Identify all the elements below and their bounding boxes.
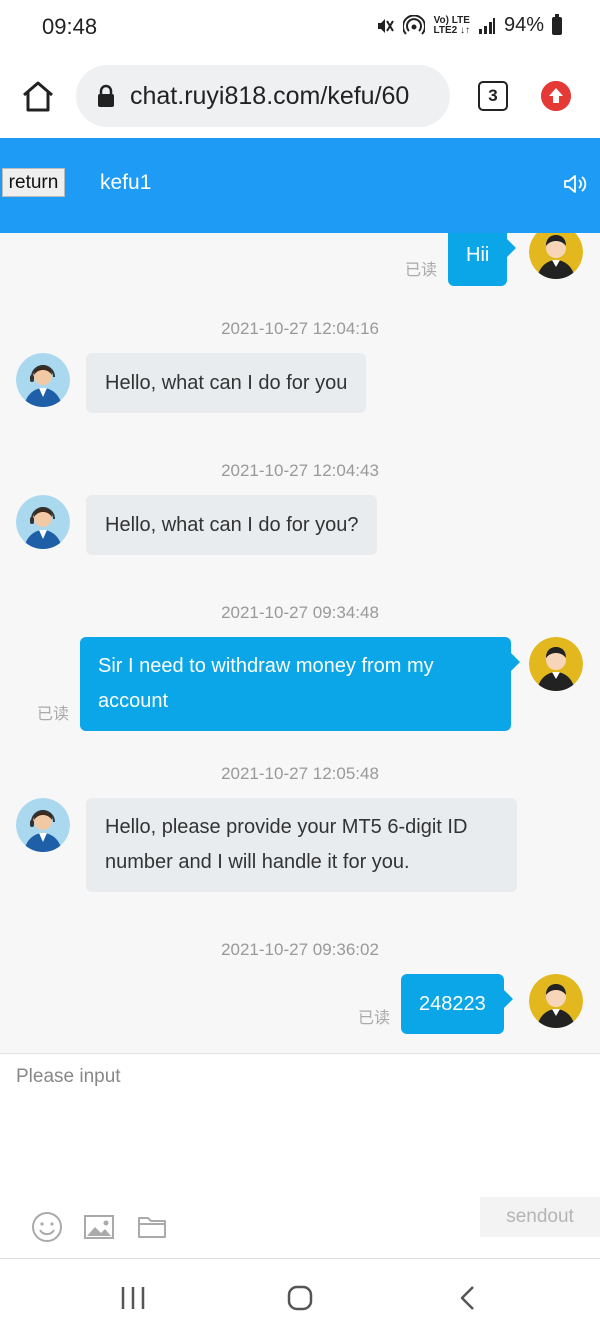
agent-avatar — [16, 798, 70, 852]
read-receipt: 已读 — [37, 706, 70, 723]
status-icons: Vo) LTE LTE2 ↓↑ 94% — [375, 13, 562, 37]
folder-icon[interactable] — [136, 1211, 168, 1243]
message-list[interactable]: 已读 Hii 2021-10-27 12:04:16 Hello, what c… — [0, 233, 600, 1053]
back-icon[interactable] — [454, 1283, 484, 1313]
send-button[interactable]: sendout — [480, 1197, 600, 1237]
home-icon[interactable] — [20, 78, 56, 114]
tab-count-button[interactable]: 3 — [478, 81, 508, 111]
address-bar[interactable]: chat.ruyi818.com/kefu/60 — [76, 65, 450, 127]
speaker-icon[interactable] — [563, 173, 587, 195]
status-bar: 09:48 Vo) LTE LTE2 ↓↑ 94% — [0, 0, 600, 52]
smiley-icon[interactable] — [31, 1211, 63, 1243]
system-nav-bar — [0, 1258, 600, 1333]
hotspot-icon — [403, 14, 426, 35]
battery-icon — [552, 13, 562, 35]
message-bubble-outgoing: 248223 — [401, 974, 513, 1034]
chat-header: return kefu1 — [0, 138, 600, 233]
recent-apps-icon[interactable] — [118, 1283, 148, 1313]
volte-label: Vo) LTE LTE2 ↓↑ — [433, 14, 470, 36]
message-timestamp: 2021-10-27 12:04:16 — [221, 319, 379, 338]
status-time: 09:48 — [42, 14, 98, 39]
read-receipt: 已读 — [358, 1010, 391, 1027]
agent-avatar — [16, 353, 70, 407]
message-bubble-incoming: Hello, what can I do for you? — [86, 495, 378, 555]
message-timestamp: 2021-10-27 09:36:02 — [221, 940, 379, 959]
message-bubble-outgoing: Sir I need to withdraw money from my acc… — [80, 637, 520, 731]
message-timestamp: 2021-10-27 09:34:48 — [221, 603, 379, 622]
return-button[interactable]: return — [2, 168, 65, 197]
mute-icon — [378, 18, 395, 33]
message-timestamp: 2021-10-27 12:05:48 — [221, 764, 379, 783]
lock-icon — [98, 84, 114, 107]
message-timestamp: 2021-10-27 12:04:43 — [221, 461, 379, 480]
message-input[interactable] — [16, 1066, 586, 1186]
chat-title: kefu1 — [100, 171, 152, 194]
battery-percent: 94% — [503, 14, 544, 36]
user-avatar — [529, 233, 583, 279]
composer: sendout — [0, 1053, 600, 1258]
message-bubble-outgoing: Hii — [448, 233, 517, 286]
user-avatar — [529, 974, 583, 1028]
url-text: chat.ruyi818.com/kefu/60 — [130, 81, 410, 110]
browser-toolbar: chat.ruyi818.com/kefu/60 3 — [0, 52, 600, 138]
message-text-line: Sir I need to withdraw money from my — [98, 655, 434, 677]
message-bubble-incoming: Hello, what can I do for you — [86, 353, 367, 413]
user-avatar — [529, 637, 583, 691]
upload-icon[interactable] — [541, 81, 571, 111]
read-receipt: 已读 — [405, 262, 438, 279]
message-text-line: number and I will handle it for you. — [105, 851, 410, 873]
message-text-line: account — [98, 690, 169, 712]
signal-icon — [478, 17, 495, 34]
agent-avatar — [16, 495, 70, 549]
image-icon[interactable] — [83, 1211, 115, 1243]
message-text-line: Hello, please provide your MT5 6-digit I… — [105, 816, 468, 838]
home-nav-icon[interactable] — [285, 1283, 315, 1313]
message-bubble-incoming: Hello, please provide your MT5 6-digit I… — [86, 798, 517, 892]
